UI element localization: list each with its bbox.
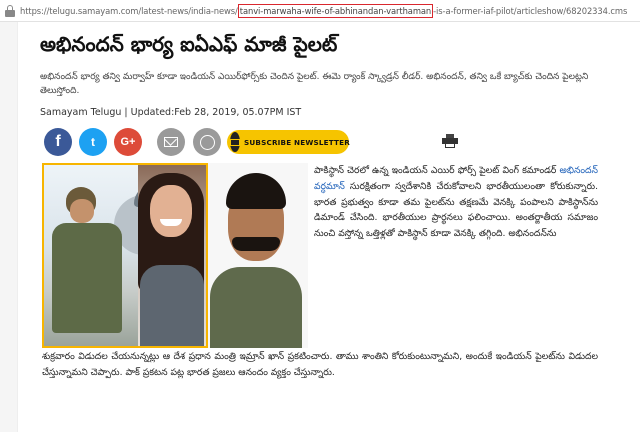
- google-plus-share-button[interactable]: G+: [114, 128, 142, 156]
- url-highlight: tanvi-marwaha-wife-of-abhinandan-vartham…: [237, 3, 434, 18]
- article-summary: అభినందన్ భార్య తన్వి మర్వాహ్ కూడా ఇండియన…: [40, 72, 589, 96]
- email-share-button[interactable]: [157, 128, 185, 156]
- facebook-icon: f: [55, 133, 61, 150]
- facebook-share-button[interactable]: f: [44, 128, 72, 156]
- address-bar[interactable]: https://telugu.samayam.com/latest-news/i…: [0, 0, 640, 22]
- url-prefix: https://telugu.samayam.com/latest-news/i…: [20, 5, 238, 16]
- article-body: పాకిస్థాన్ చెరలో ఉన్న ఇండియన్ ఎయిర్ ఫోర్…: [314, 163, 598, 242]
- subscribe-newsletter-button[interactable]: SUBSCRIBE NEWSLETTER: [227, 130, 350, 154]
- photo-tanvi-portrait: [138, 165, 206, 346]
- url-text[interactable]: https://telugu.samayam.com/latest-news/i…: [20, 3, 628, 18]
- twitter-icon: t: [91, 135, 95, 149]
- byline: Samayam Telugu | Updated:Feb 28, 2019, 0…: [40, 107, 302, 118]
- url-suffix: -is-a-former-iaf-pilot/articleshow/68202…: [433, 5, 628, 16]
- envelope-icon: [230, 132, 240, 152]
- mail-icon: [164, 137, 178, 147]
- article-text: పాకిస్థాన్ చెరలో ఉన్న ఇండియన్ ఎయిర్ ఫోర్…: [314, 165, 557, 176]
- subscribe-label: SUBSCRIBE NEWSLETTER: [244, 137, 350, 147]
- photo-abhinandan: [208, 163, 308, 348]
- print-icon[interactable]: [442, 134, 458, 148]
- twitter-share-button[interactable]: t: [79, 128, 107, 156]
- page-title: అభినందన్ భార్య ఐఏఎఫ్ మాజీ పైలట్: [40, 32, 338, 56]
- left-margin: [0, 22, 18, 432]
- lock-icon: [4, 4, 16, 17]
- whatsapp-share-button[interactable]: [193, 128, 221, 156]
- whatsapp-icon: [199, 134, 215, 150]
- google-plus-icon: G+: [120, 136, 136, 148]
- article-body-continued: శుక్రవారం విడుదల చేయనున్నట్లు ఆ దేశ ప్రధ…: [42, 351, 598, 378]
- article-text: సురక్షితంగా స్వదేశానికి చేరుకోవాలని భారత…: [314, 180, 598, 240]
